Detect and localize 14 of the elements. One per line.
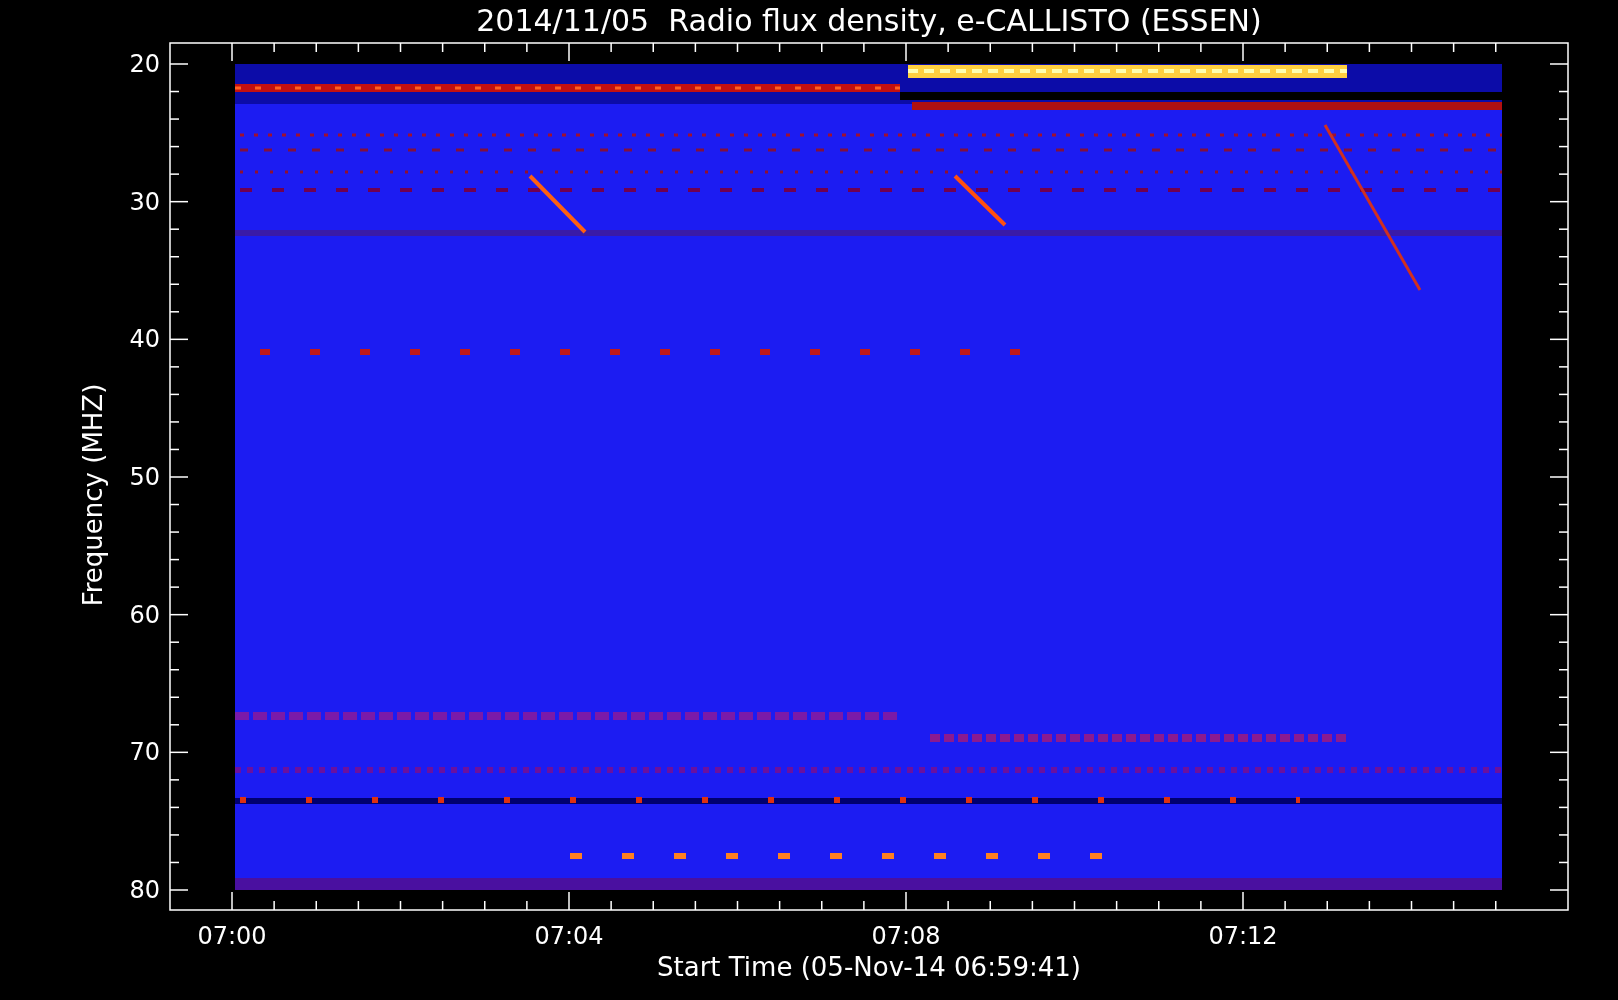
tick-label: 50	[128, 463, 160, 491]
tick-label: 70	[128, 738, 160, 767]
tick-label: 80	[128, 876, 160, 904]
tick-label: 07:04	[533, 922, 605, 950]
tick-label: 07:12	[1207, 922, 1279, 950]
tick-label: 60	[128, 600, 160, 629]
tick-label: 40	[128, 325, 160, 354]
tick-label: 07:00	[196, 922, 268, 950]
tick-label: 07:08	[870, 922, 942, 950]
tick-label: 30	[128, 187, 160, 216]
axis-label: Start Time (05-Nov-14 06:59:41)	[656, 951, 1082, 983]
chart-title: 2014/11/05 Radio flux density, e-CALLISTO (ESSEN)	[475, 2, 1263, 40]
axis-label: Frequency (MHZ)	[77, 382, 109, 609]
tick-label: 20	[128, 50, 160, 78]
